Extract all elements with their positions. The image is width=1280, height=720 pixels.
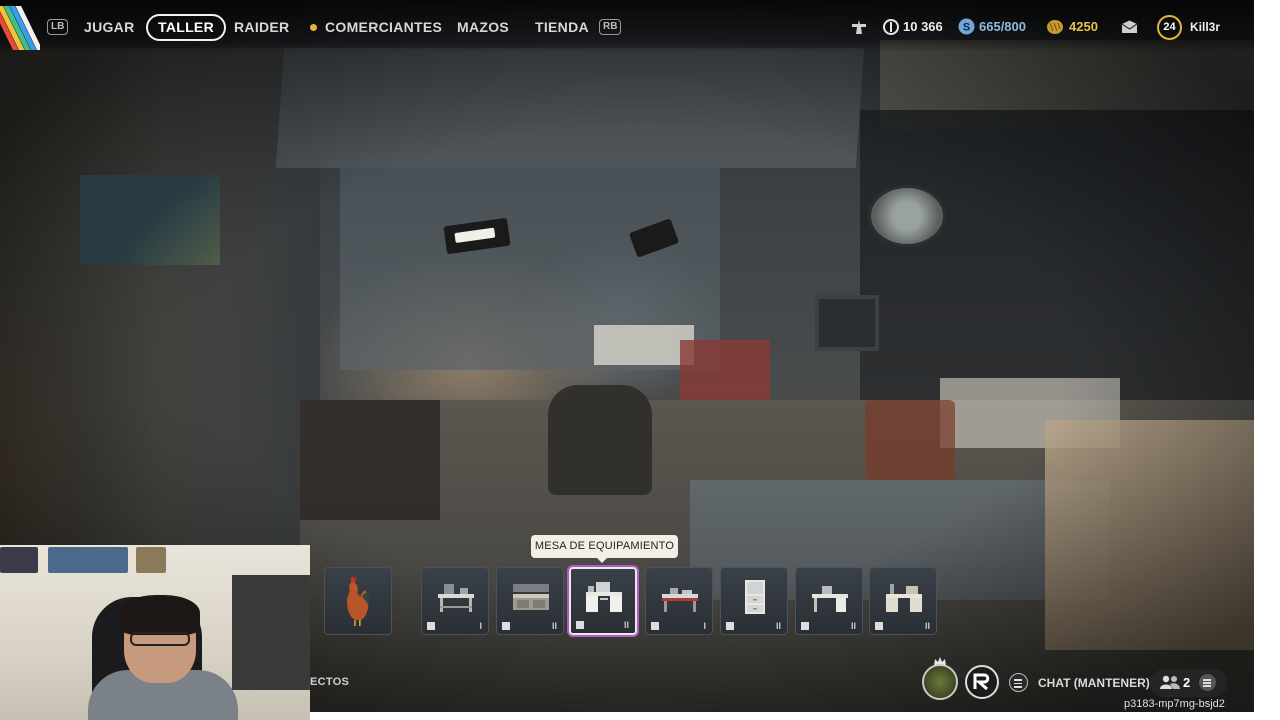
frame-edge — [1254, 0, 1280, 720]
station-card-utility-desk[interactable]: II — [795, 567, 863, 635]
player-avatar[interactable] — [922, 664, 958, 700]
station-card-rooster[interactable] — [324, 567, 392, 635]
game-logo-icon — [0, 6, 40, 50]
party-menu-icon[interactable] — [1199, 674, 1216, 691]
svg-text:S: S — [963, 22, 970, 34]
raider-logo-icon[interactable] — [965, 665, 999, 699]
mail-icon[interactable] — [1121, 20, 1138, 34]
station-card-cabinet[interactable]: II — [720, 567, 788, 635]
top-nav-bar: LB JUGAR TALLER RAIDER COMERCIANTES MAZO… — [0, 0, 1254, 52]
nav-tienda[interactable]: TIENDA — [535, 17, 589, 37]
chat-hold-label[interactable]: CHAT (MANTENER) — [1038, 676, 1150, 690]
station-tier: II — [850, 621, 856, 631]
station-card-refiner[interactable]: II — [869, 567, 937, 635]
tools-icon — [801, 622, 809, 630]
player-level-badge[interactable]: 24 — [1157, 15, 1182, 40]
webcam-posters — [0, 545, 170, 573]
webcam-glasses — [130, 632, 190, 646]
lb-button[interactable]: LB — [47, 19, 69, 35]
nav-comerciantes[interactable]: COMERCIANTES — [325, 17, 442, 37]
webcam-shelf — [232, 575, 310, 690]
medical-bench-icon — [662, 588, 698, 612]
partial-label: ECTOS — [310, 676, 350, 688]
workbench-icon — [513, 584, 549, 610]
cabinet-icon — [745, 580, 765, 614]
rooster-icon — [347, 576, 370, 626]
gold-icon — [1047, 20, 1063, 34]
nav-raider[interactable]: RAIDER — [234, 17, 289, 37]
station-tier: II — [623, 620, 629, 630]
notification-dot-icon — [310, 24, 317, 31]
station-type-icon — [427, 622, 435, 630]
station-tier: I — [479, 621, 482, 631]
station-type-icon — [502, 622, 510, 630]
station-tier: II — [775, 621, 781, 631]
webcam-person-hair — [120, 595, 200, 635]
token-icon: S — [958, 18, 975, 35]
station-tier: II — [551, 621, 557, 631]
gold-value: 4250 — [1069, 19, 1098, 34]
rb-button[interactable]: RB — [599, 19, 622, 35]
station-type-icon — [651, 622, 659, 630]
utility-desk-icon — [812, 586, 848, 612]
quest-icon[interactable] — [851, 19, 867, 35]
nav-jugar[interactable]: JUGAR — [84, 17, 135, 37]
station-tooltip: MESA DE EQUIPAMIENTO — [531, 535, 678, 563]
chat-menu-icon[interactable] — [1009, 673, 1028, 692]
plus-icon — [875, 622, 883, 630]
refiner-desk-icon — [886, 584, 922, 612]
nav-taller[interactable]: TALLER — [146, 14, 226, 41]
station-card-medical-bench[interactable]: I — [645, 567, 713, 635]
station-card-workbench[interactable]: I — [421, 567, 489, 635]
party-count: 2 — [1183, 675, 1191, 690]
equipment-bench-icon — [586, 582, 622, 612]
session-id: p3183-mp7mg-bsjd2 — [1124, 698, 1225, 710]
coin-icon — [883, 19, 899, 35]
player-name[interactable]: Kill3r — [1190, 17, 1220, 37]
party-icon — [1160, 675, 1180, 689]
station-tier: I — [703, 621, 706, 631]
webcam-overlay — [0, 545, 310, 720]
tokens-value: 665/800 — [979, 19, 1026, 34]
station-card-equipment-bench[interactable]: II — [569, 567, 637, 635]
nav-mazos[interactable]: MAZOS — [457, 17, 509, 37]
shield-icon — [576, 621, 584, 629]
coins-value: 10 366 — [903, 19, 943, 34]
workbench-icon — [438, 584, 474, 612]
station-tier: II — [924, 621, 930, 631]
station-card-gunsmith[interactable]: II — [496, 567, 564, 635]
station-type-icon — [726, 622, 734, 630]
